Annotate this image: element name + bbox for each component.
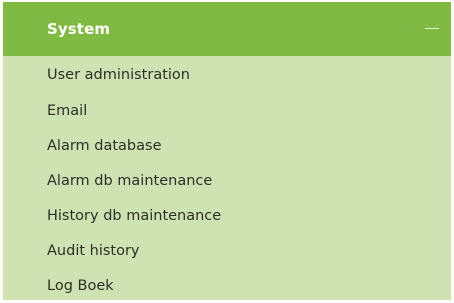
menu-item-email[interactable]: Email	[3, 93, 451, 128]
menu-item-log-boek[interactable]: Log Boek	[3, 268, 451, 303]
menu-item-user-administration[interactable]: User administration	[3, 56, 451, 93]
menu-item-history-db-maintenance[interactable]: History db maintenance	[3, 198, 451, 233]
minus-icon[interactable]	[425, 22, 439, 36]
menu-item-audit-history[interactable]: Audit history	[3, 233, 451, 268]
system-submenu: User administration Email Alarm database…	[3, 56, 451, 300]
section-header-system[interactable]: System	[3, 2, 451, 56]
section-title: System	[47, 20, 111, 38]
system-menu-panel: System User administration Email Alarm d…	[0, 0, 454, 300]
menu-item-alarm-database[interactable]: Alarm database	[3, 128, 451, 163]
menu-item-alarm-db-maintenance[interactable]: Alarm db maintenance	[3, 163, 451, 198]
